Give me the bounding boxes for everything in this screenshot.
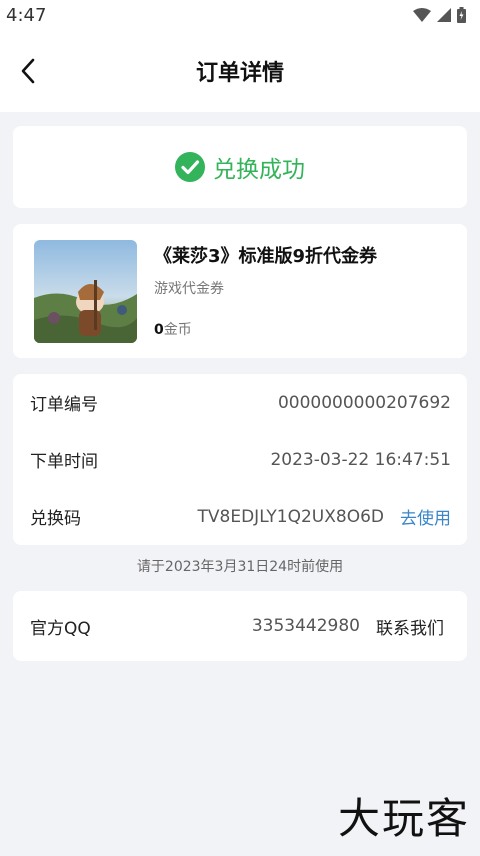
order-time-value: 2023-03-22 16:47:51 <box>270 449 451 470</box>
product-info: 《莱莎3》标准版9折代金券 游戏代金券 0金币 <box>154 240 377 343</box>
chevron-left-icon <box>21 58 35 84</box>
watermark-logo: 大玩客 <box>337 794 470 843</box>
contact-us-button[interactable]: 联系我们 <box>376 614 444 639</box>
redeem-code-label: 兑换码 <box>30 509 81 529</box>
page-title: 订单详情 <box>195 61 284 86</box>
nav-bar: 订单详情 <box>0 30 480 112</box>
signal-icon <box>437 8 451 22</box>
product-card[interactable]: 《莱莎3》标准版9折代金券 游戏代金券 0金币 <box>13 224 467 358</box>
use-code-link[interactable]: 去使用 <box>400 504 451 529</box>
status-icons <box>413 7 466 23</box>
official-qq-card: 官方QQ 3353442980 联系我们 <box>13 591 467 661</box>
product-name: 《莱莎3》标准版9折代金券 <box>154 245 378 267</box>
redeem-code-row: 兑换码 TV8EDJLY1Q2UX8O6D 去使用 <box>30 488 451 545</box>
official-qq-group: 3353442980 联系我们 <box>252 614 444 639</box>
price-unit: 金币 <box>163 321 192 338</box>
order-number-row: 订单编号 0000000000207692 <box>30 374 451 431</box>
price-value: 0 <box>154 321 164 338</box>
order-number-label: 订单编号 <box>30 395 98 415</box>
back-button[interactable] <box>12 55 44 87</box>
status-bar: 4:47 <box>0 0 480 30</box>
wifi-icon <box>413 8 431 22</box>
check-circle-icon <box>175 152 205 182</box>
battery-icon <box>457 7 466 23</box>
redeem-code-group: TV8EDJLY1Q2UX8O6D 去使用 <box>198 504 451 530</box>
order-time-label: 下单时间 <box>30 452 98 472</box>
main-content: 兑换成功 《莱莎3》标准版9折代金券 游戏代金券 0金币 订单编号 000000… <box>0 112 480 661</box>
official-qq-label: 官方QQ <box>30 618 91 639</box>
redeem-code-value[interactable]: TV8EDJLY1Q2UX8O6D <box>198 507 384 527</box>
status-time: 4:47 <box>6 4 47 26</box>
success-card: 兑换成功 <box>13 126 467 208</box>
product-price: 0金币 <box>154 319 377 339</box>
product-image <box>34 239 137 343</box>
order-time-row: 下单时间 2023-03-22 16:47:51 <box>30 431 451 488</box>
expiry-note: 请于2023年3月31日24时前使用 <box>136 559 344 575</box>
order-info-card: 订单编号 0000000000207692 下单时间 2023-03-22 16… <box>13 374 467 545</box>
order-number-value: 0000000000207692 <box>277 392 451 413</box>
success-text: 兑换成功 <box>213 157 305 183</box>
official-qq-value[interactable]: 3353442980 <box>252 616 360 636</box>
product-type: 游戏代金券 <box>154 280 224 297</box>
